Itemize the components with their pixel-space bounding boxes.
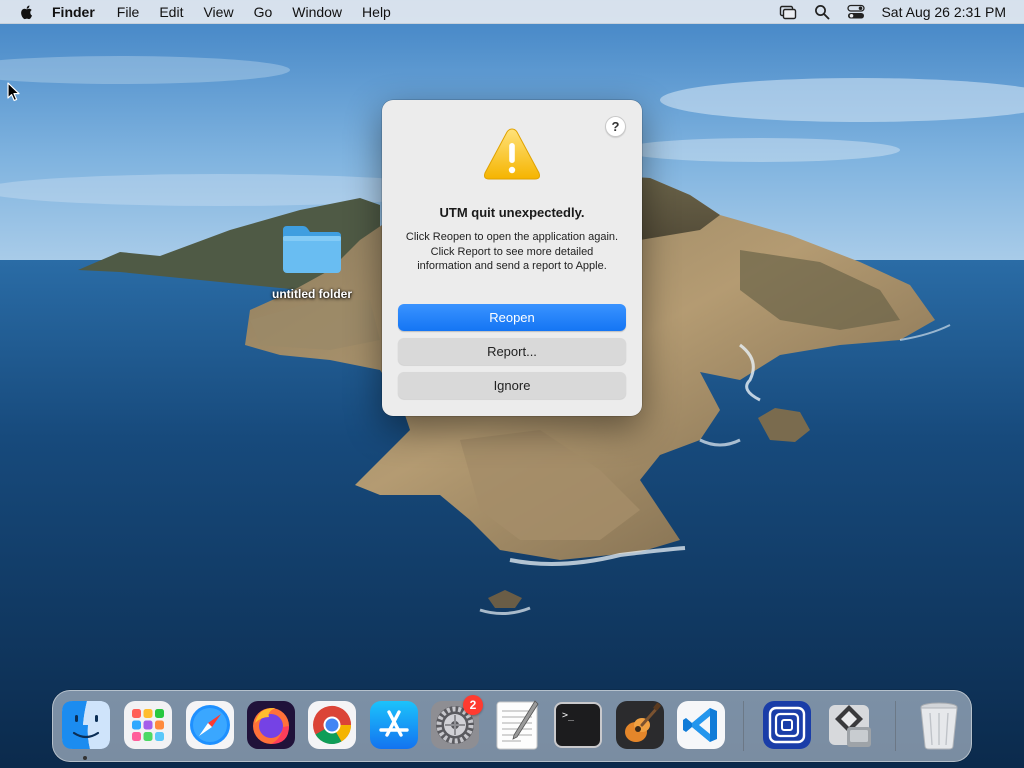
ignore-button[interactable]: Ignore (398, 372, 626, 399)
reopen-button[interactable]: Reopen (398, 304, 626, 331)
dock-separator-trash (895, 701, 896, 751)
firefox-icon (247, 701, 295, 749)
dock-safari[interactable] (184, 699, 236, 751)
apple-menu-icon[interactable] (18, 3, 36, 21)
terminal-prompt-text: >_ (562, 710, 575, 721)
menu-bar-status-area: Sat Aug 26 2:31 PM (771, 0, 1024, 24)
terminal-icon: >_ (554, 702, 602, 748)
menu-edit[interactable]: Edit (149, 0, 193, 24)
dock-separator (743, 701, 744, 751)
finder-running-indicator (83, 756, 87, 760)
dock-trash[interactable] (913, 699, 965, 751)
menu-window[interactable]: Window (282, 0, 352, 24)
spotlight-search-icon[interactable] (813, 3, 831, 21)
dock-vscode[interactable] (675, 699, 727, 751)
menu-bar-clock[interactable]: Sat Aug 26 2:31 PM (881, 4, 1006, 20)
desktop-folder-label: untitled folder (272, 287, 352, 301)
dock: 2 >_ (52, 690, 972, 762)
menu-help[interactable]: Help (352, 0, 401, 24)
system-preferences-badge: 2 (463, 695, 483, 715)
dock-app-store[interactable] (368, 699, 420, 751)
boot-camp-icon (829, 705, 871, 747)
dialog-title: UTM quit unexpectedly. (439, 205, 585, 220)
mouse-pointer-icon (7, 82, 20, 102)
app-crash-dialog: ? UTM quit unexpectedly. Click Reopen to… (382, 100, 642, 416)
app-store-icon (370, 701, 418, 749)
chrome-icon (308, 701, 356, 749)
safari-icon (186, 701, 234, 749)
dock-finder[interactable] (60, 699, 112, 751)
menu-go[interactable]: Go (244, 0, 283, 24)
screen-mirroring-icon[interactable] (779, 3, 797, 21)
report-button[interactable]: Report... (398, 338, 626, 365)
menu-app-finder[interactable]: Finder (52, 0, 107, 24)
garageband-guitar-icon (616, 701, 664, 749)
dock-simulator[interactable] (761, 699, 813, 751)
finder-icon (62, 701, 110, 749)
warning-icon (484, 128, 540, 180)
dialog-message: Click Reopen to open the application aga… (405, 231, 619, 272)
dock-terminal[interactable]: >_ (552, 699, 604, 751)
dock-launchpad[interactable] (122, 699, 174, 751)
control-center-icon[interactable] (847, 3, 866, 21)
dock-firefox[interactable] (245, 699, 297, 751)
vscode-icon (677, 701, 725, 749)
dock-textedit[interactable] (491, 699, 543, 751)
menu-bar: Finder File Edit View Go Window Help Sat… (0, 0, 1024, 24)
help-button[interactable]: ? (605, 116, 626, 137)
textedit-icon (496, 700, 539, 750)
dock-boot-camp-assistant[interactable] (823, 699, 875, 751)
menu-file[interactable]: File (107, 0, 150, 24)
simulator-icon (763, 701, 811, 749)
folder-icon (283, 226, 341, 273)
dock-chrome[interactable] (306, 699, 358, 751)
trash-icon (920, 702, 958, 750)
launchpad-icon (124, 701, 172, 749)
menu-view[interactable]: View (193, 0, 243, 24)
dock-garageband[interactable] (614, 699, 666, 751)
desktop-folder[interactable]: untitled folder (262, 222, 362, 301)
